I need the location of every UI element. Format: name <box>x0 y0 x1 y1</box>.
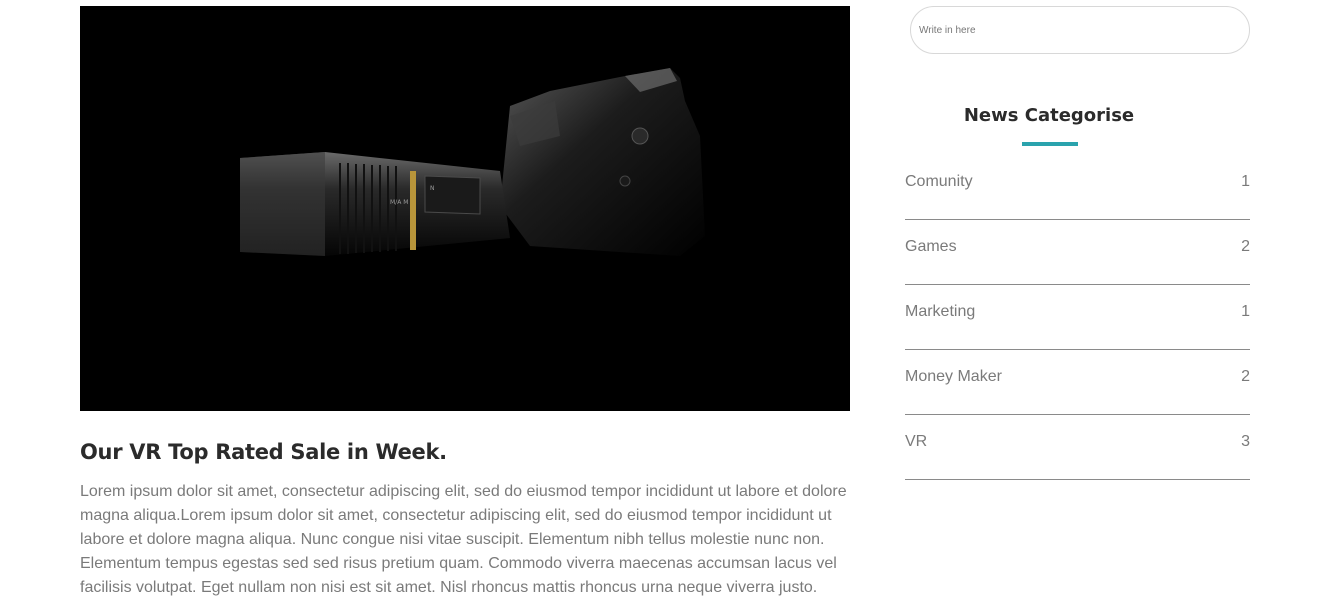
post-title: Our VR Top Rated Sale in Week. <box>80 440 447 464</box>
category-list: Comunity 1 Games 2 Marketing 1 Money Mak… <box>905 155 1250 480</box>
category-count: 2 <box>1241 368 1250 385</box>
search-input[interactable] <box>910 6 1250 54</box>
category-item-money-maker[interactable]: Money Maker 2 <box>905 350 1250 415</box>
category-item-comunity[interactable]: Comunity 1 <box>905 155 1250 220</box>
category-label[interactable]: Marketing <box>905 303 975 321</box>
post-body: Lorem ipsum dolor sit amet, consectetur … <box>80 483 847 596</box>
category-label[interactable]: VR <box>905 433 927 451</box>
category-label[interactable]: Money Maker <box>905 368 1002 386</box>
category-count: 1 <box>1241 303 1250 320</box>
category-count: 1 <box>1241 173 1250 190</box>
category-count: 3 <box>1241 433 1250 450</box>
svg-text:N: N <box>430 185 435 192</box>
category-label[interactable]: Games <box>905 238 957 256</box>
category-item-games[interactable]: Games 2 <box>905 220 1250 285</box>
category-count: 2 <box>1241 238 1250 255</box>
category-item-vr[interactable]: VR 3 <box>905 415 1250 480</box>
category-label[interactable]: Comunity <box>905 173 973 191</box>
categories-title-underline <box>1022 142 1078 146</box>
category-item-marketing[interactable]: Marketing 1 <box>905 285 1250 350</box>
post-image: M/A M N <box>80 6 850 411</box>
camera-photo: M/A M N <box>80 6 850 411</box>
categories-title: News Categorise <box>963 105 1135 126</box>
svg-text:M/A M: M/A M <box>390 199 408 206</box>
